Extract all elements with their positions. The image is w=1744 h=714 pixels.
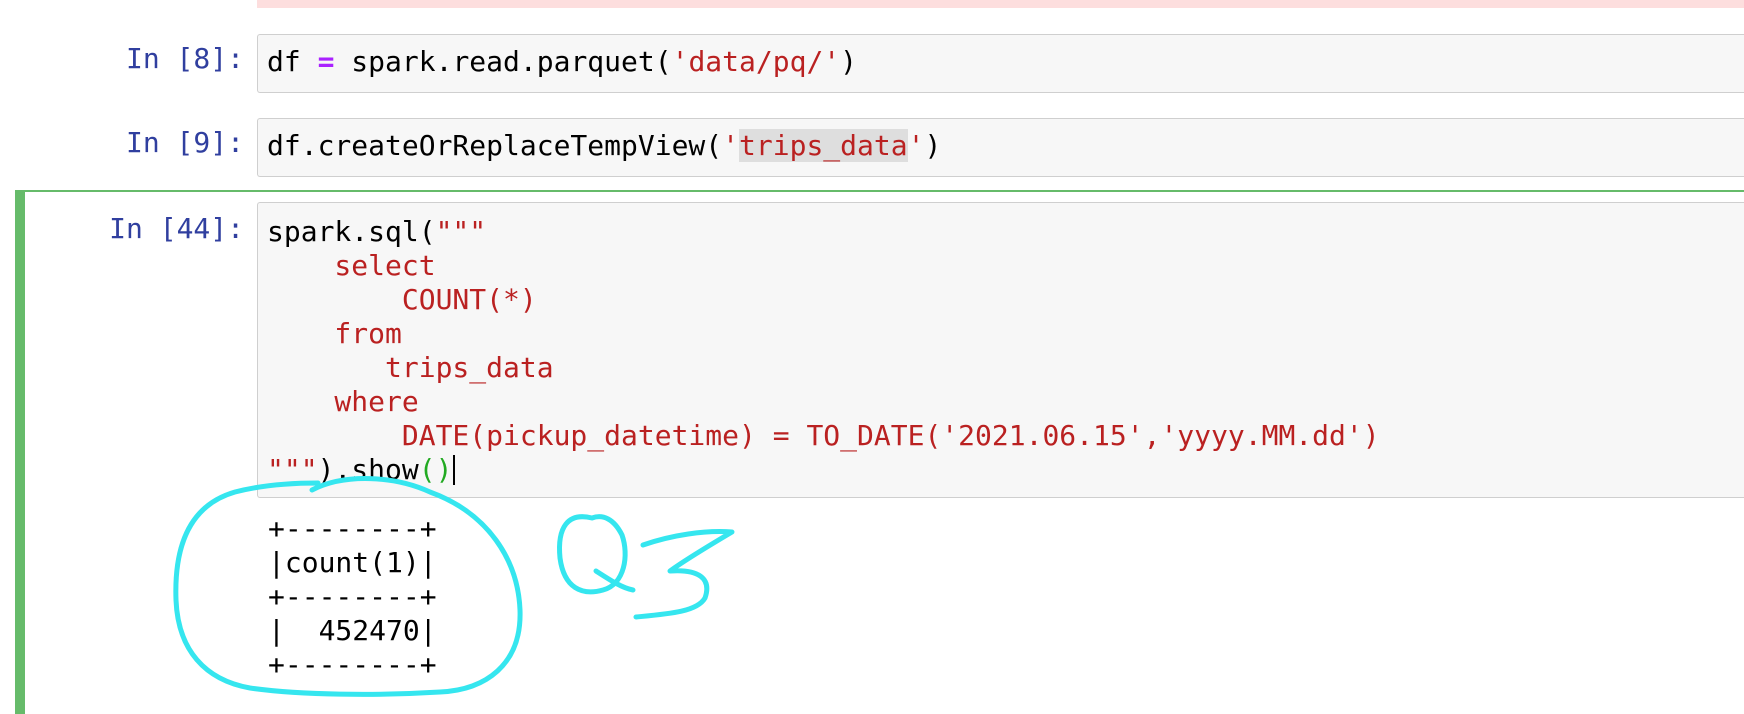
code-input-area[interactable]: df = spark.read.parquet('data/pq/') bbox=[257, 34, 1744, 93]
output-line: +--------+ bbox=[268, 512, 437, 545]
cell-prompt: In [44]: bbox=[109, 212, 244, 245]
highlighted-match: trips_data bbox=[739, 129, 908, 162]
code-block[interactable]: spark.sql(""" select COUNT(*) from trips… bbox=[267, 215, 1380, 487]
output-line: |count(1)| bbox=[268, 546, 437, 579]
cell-prompt: In [9]: bbox=[125, 126, 244, 159]
text-cursor bbox=[453, 455, 456, 485]
cell-output: +--------+ |count(1)| +--------+ | 45247… bbox=[268, 512, 437, 682]
previous-cell-error-output bbox=[257, 0, 1744, 8]
output-line: | 452470| bbox=[268, 614, 437, 647]
output-line: +--------+ bbox=[268, 580, 437, 613]
output-line: +--------+ bbox=[268, 648, 437, 681]
code-line[interactable]: df = spark.read.parquet('data/pq/') bbox=[267, 45, 857, 79]
cell-prompt: In [8]: bbox=[125, 42, 244, 75]
code-input-area[interactable]: spark.sql(""" select COUNT(*) from trips… bbox=[257, 202, 1744, 498]
selected-cell-indicator bbox=[15, 190, 25, 714]
code-line[interactable]: df.createOrReplaceTempView('trips_data') bbox=[267, 129, 941, 163]
code-input-area[interactable]: df.createOrReplaceTempView('trips_data') bbox=[257, 118, 1744, 177]
